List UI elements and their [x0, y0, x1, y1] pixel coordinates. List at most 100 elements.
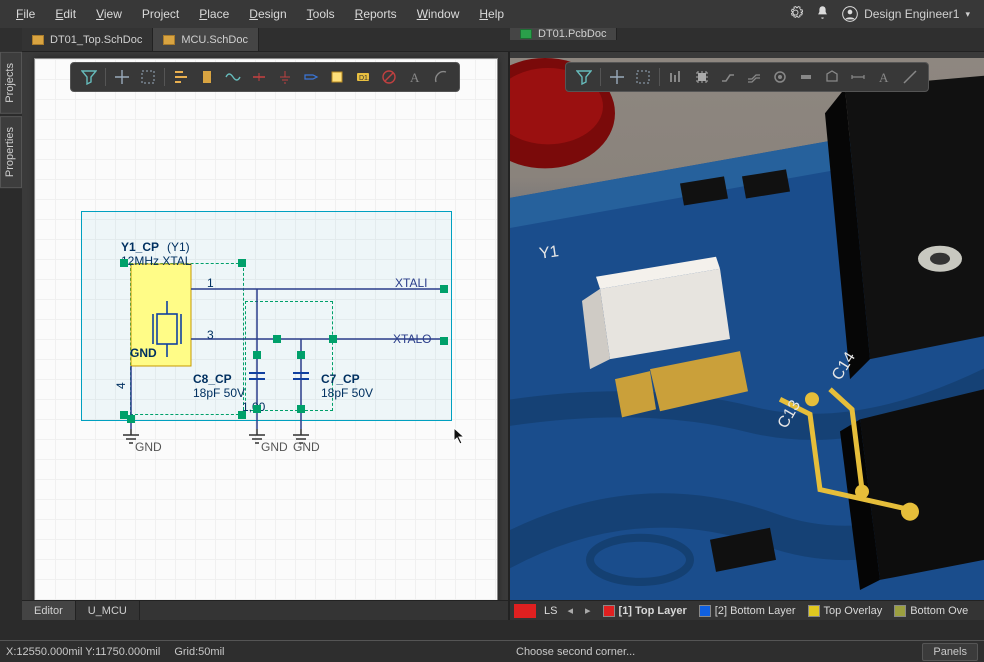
text-icon[interactable]: A [872, 65, 896, 89]
designator-icon[interactable]: D1. [351, 65, 375, 89]
status-grid: Grid:50mil [174, 646, 224, 658]
menu-design[interactable]: Design [239, 3, 296, 25]
via-icon[interactable] [768, 65, 792, 89]
select-rect-icon[interactable] [631, 65, 655, 89]
layer-tab-bottom-overlay[interactable]: Bottom Ove [888, 605, 974, 617]
gear-icon[interactable] [788, 5, 803, 23]
sch-toolbar: D1. A [70, 62, 460, 92]
layer-prev[interactable]: ◂ [561, 604, 579, 617]
svg-text:18pF 50V: 18pF 50V [193, 386, 245, 400]
dim-icon[interactable] [846, 65, 870, 89]
active-layer-swatch[interactable] [514, 604, 536, 618]
line-icon[interactable] [898, 65, 922, 89]
layer-tab-bottom[interactable]: [2] Bottom Layer [693, 605, 802, 617]
menu-help[interactable]: Help [469, 3, 514, 25]
pcb-pane: Y1 C13 C14 A LS ◂ [510, 52, 984, 620]
menu-place[interactable]: Place [189, 3, 239, 25]
net-icon[interactable] [247, 65, 271, 89]
swatch-olive [894, 605, 906, 617]
menu-file[interactable]: File [6, 3, 45, 25]
layer-next[interactable]: ▸ [579, 604, 597, 617]
swatch-blue [699, 605, 711, 617]
svg-text:Y1: Y1 [538, 242, 560, 263]
svg-text:18pF 50V: 18pF 50V [321, 386, 373, 400]
editor-tab-umcu[interactable]: U_MCU [76, 601, 140, 620]
filter-icon[interactable] [77, 65, 101, 89]
svg-text:GND: GND [135, 440, 162, 454]
arc-icon[interactable] [429, 65, 453, 89]
svg-text:XTALO: XTALO [393, 332, 431, 346]
menu-view[interactable]: View [86, 3, 132, 25]
select-rect-icon[interactable] [136, 65, 160, 89]
tab-label: MCU.SchDoc [181, 34, 248, 46]
tab-label: DT01.PcbDoc [538, 28, 606, 40]
layer-set-label[interactable]: LS [540, 605, 561, 617]
user-menu[interactable]: Design Engineer1 ▾ [842, 6, 970, 22]
editor-tabs: Editor U_MCU [22, 600, 508, 620]
menu-edit[interactable]: Edit [45, 3, 86, 25]
svg-text:GND: GND [130, 346, 157, 360]
bell-icon[interactable] [815, 5, 830, 23]
layer-tab-top[interactable]: [1] Top Layer [597, 605, 693, 617]
polygon-icon[interactable] [820, 65, 844, 89]
menu-window[interactable]: Window [407, 3, 470, 25]
menu-reports[interactable]: Reports [345, 3, 407, 25]
panels-button[interactable]: Panels [922, 643, 978, 661]
svg-text:Y1_CP: Y1_CP [121, 240, 159, 254]
gnd-icon[interactable] [273, 65, 297, 89]
svg-text:(Y1): (Y1) [167, 240, 190, 254]
schematic-canvas[interactable]: Y1_CP (Y1) 12MHz XTAL GND 1 3 4 [34, 58, 498, 618]
footprint-icon[interactable] [195, 65, 219, 89]
chevron-down-icon: ▾ [965, 9, 970, 20]
text-icon[interactable]: A [403, 65, 427, 89]
layer-tab-top-overlay[interactable]: Top Overlay [802, 605, 889, 617]
tab-dt01-top-schdoc[interactable]: DT01_Top.SchDoc [22, 28, 153, 51]
align-icon[interactable] [169, 65, 193, 89]
status-coords: X:12550.000mil Y:11750.000mil [6, 646, 160, 658]
svg-text:GND: GND [261, 440, 288, 454]
pcb-toolbar: A [565, 62, 929, 92]
schdoc-icon [163, 35, 175, 45]
tab-mcu-schdoc[interactable]: MCU.SchDoc [153, 28, 259, 51]
move-icon[interactable] [110, 65, 134, 89]
svg-text:C7_CP: C7_CP [321, 372, 360, 386]
svg-text:4: 4 [114, 382, 128, 389]
svg-text:GND: GND [293, 440, 320, 454]
filter-icon[interactable] [572, 65, 596, 89]
pad-icon[interactable] [794, 65, 818, 89]
route-icon[interactable] [716, 65, 740, 89]
svg-text:12MHz XTAL: 12MHz XTAL [121, 254, 192, 268]
part-icon[interactable] [325, 65, 349, 89]
move-icon[interactable] [605, 65, 629, 89]
layer-bar: LS ◂ ▸ [1] Top Layer [2] Bottom Layer To… [510, 600, 984, 620]
status-prompt: Choose second corner... [516, 646, 635, 658]
chip-icon[interactable] [690, 65, 714, 89]
no-erc-icon[interactable] [377, 65, 401, 89]
svg-text:A: A [879, 70, 889, 85]
editor-tab-editor[interactable]: Editor [22, 601, 76, 620]
svg-text:1: 1 [207, 276, 214, 290]
document-tabs: DT01_Top.SchDoc MCU.SchDoc DT01.PcbDoc [0, 28, 984, 52]
pcb-3d-view[interactable]: Y1 C13 C14 [510, 58, 984, 600]
menu-tools[interactable]: Tools [297, 3, 345, 25]
diffpair-icon[interactable] [742, 65, 766, 89]
tab-label: DT01_Top.SchDoc [50, 34, 142, 46]
side-tab-projects[interactable]: Projects [0, 52, 22, 114]
swatch-red [603, 605, 615, 617]
swatch-yellow [808, 605, 820, 617]
user-name: Design Engineer1 [864, 7, 959, 21]
altview-icon[interactable] [664, 65, 688, 89]
svg-text:A: A [410, 70, 420, 85]
port-icon[interactable] [299, 65, 323, 89]
svg-text:C8_CP: C8_CP [193, 372, 232, 386]
status-bar: X:12550.000mil Y:11750.000mil Grid:50mil… [0, 640, 984, 662]
schematic-pane: Y1_CP (Y1) 12MHz XTAL GND 1 3 4 [22, 52, 510, 620]
svg-text:XTALI: XTALI [395, 276, 427, 290]
side-tab-properties[interactable]: Properties [0, 116, 22, 188]
tab-dt01-pcbdoc[interactable]: DT01.PcbDoc [510, 28, 617, 40]
menu-project[interactable]: Project [132, 3, 189, 25]
menu-bar: File Edit View Project Place Design Tool… [0, 0, 984, 28]
svg-text:D1.: D1. [359, 75, 370, 82]
wave-icon[interactable] [221, 65, 245, 89]
schdoc-icon [32, 35, 44, 45]
